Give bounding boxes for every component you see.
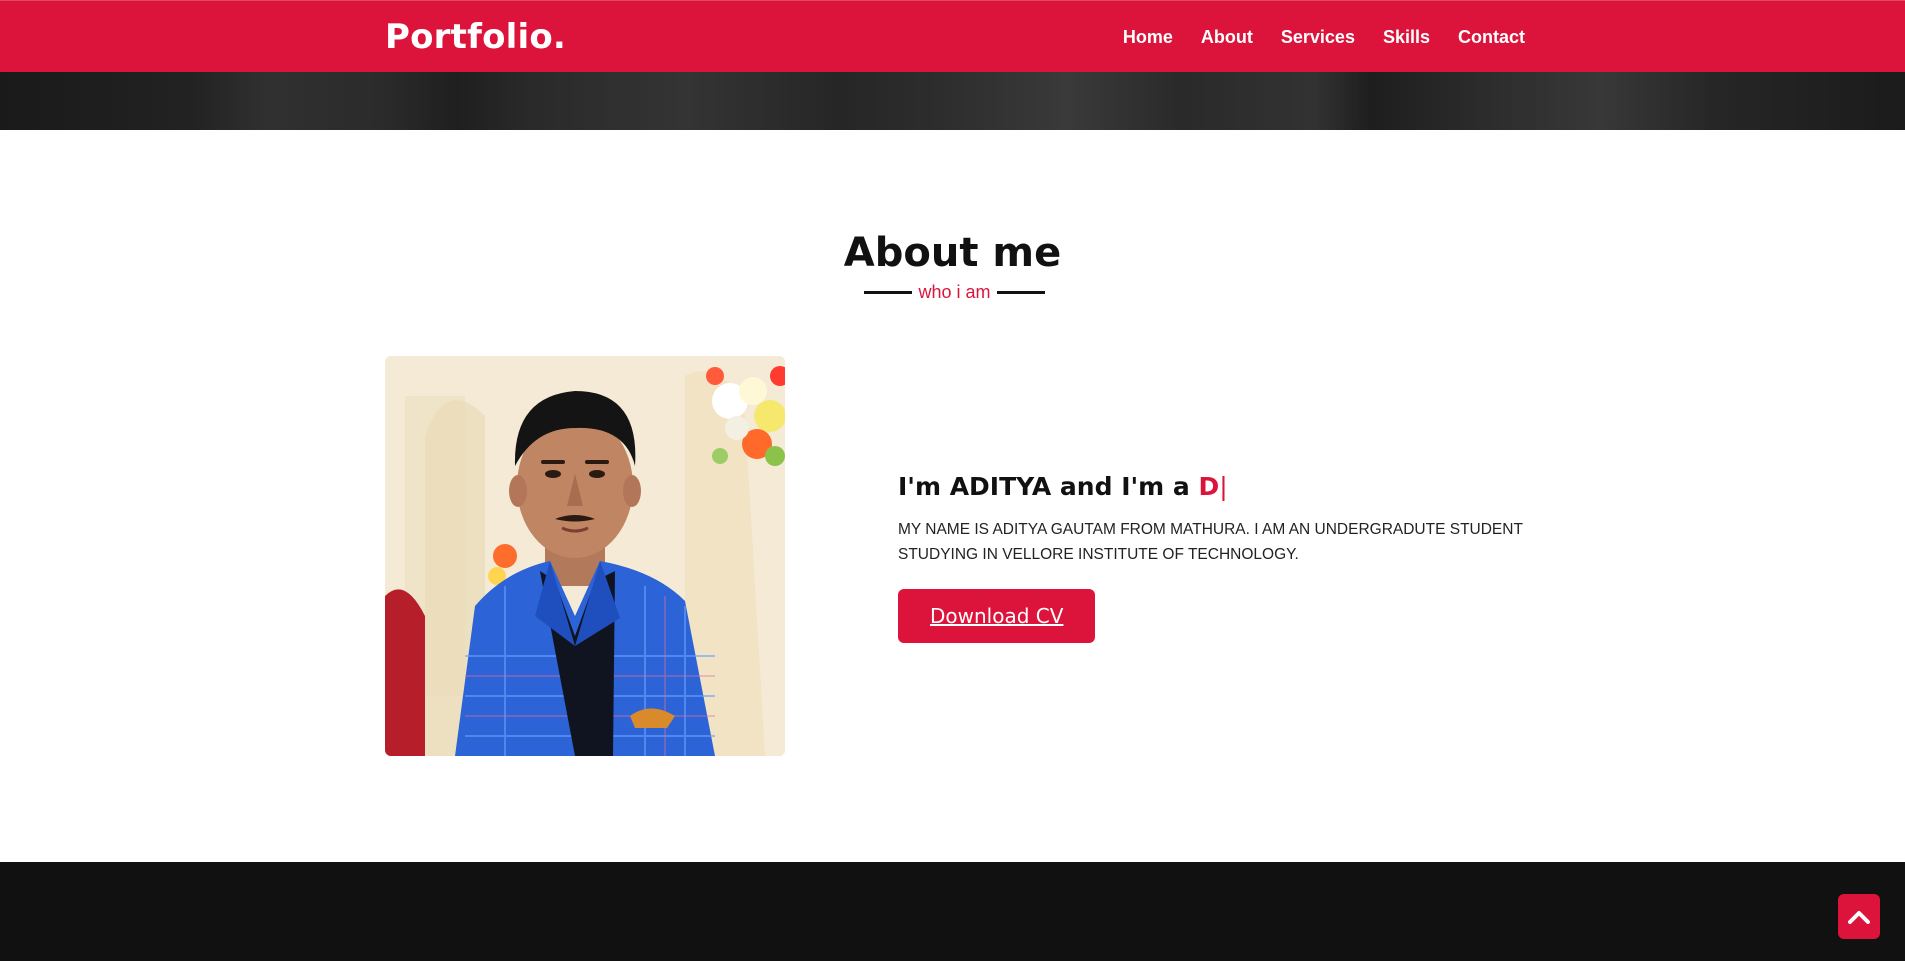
nav-menu: Home About Services Skills Contact (1123, 27, 1525, 48)
dark-section (0, 862, 1905, 961)
section-subtitle: who i am (864, 280, 1045, 304)
scroll-to-top-button[interactable] (1838, 894, 1880, 939)
subtitle-line-left (864, 290, 913, 294)
hero-background-strip (0, 72, 1905, 130)
typed-text: D (1198, 472, 1220, 501)
nav-item-about: About (1201, 27, 1253, 48)
nav-link-home[interactable]: Home (1123, 27, 1173, 47)
nav-item-skills: Skills (1383, 27, 1430, 48)
profile-photo (385, 356, 785, 756)
chevron-up-icon (1848, 910, 1870, 924)
headline-prefix: I'm ADITYA and I'm a (898, 472, 1199, 501)
nav-item-contact: Contact (1458, 27, 1525, 48)
nav-link-about[interactable]: About (1201, 27, 1253, 47)
profile-photo-illustration (385, 356, 785, 756)
intro-headline: I'm ADITYA and I'm a D| (898, 472, 1525, 501)
subtitle-text: who i am (918, 281, 991, 302)
download-cv-button[interactable]: Download CV (898, 589, 1096, 643)
intro-description: MY NAME IS ADITYA GAUTAM FROM MATHURA. I… (898, 521, 1523, 563)
nav-link-services[interactable]: Services (1281, 27, 1355, 47)
intro-block: I'm ADITYA and I'm a D| MY NAME IS ADITY… (898, 472, 1525, 643)
subtitle-line-right (996, 290, 1045, 294)
about-section: About me who i am I'm ADITYA and I'm a D… (0, 130, 1905, 862)
logo[interactable]: Portfolio. (385, 17, 566, 57)
nav-item-home: Home (1123, 27, 1173, 48)
navbar-inner: Portfolio. Home About Services Skills Co… (385, 1, 1525, 73)
nav-item-services: Services (1281, 27, 1355, 48)
typing-cursor: | (1219, 472, 1228, 501)
nav-link-contact[interactable]: Contact (1458, 27, 1525, 47)
navbar: Portfolio. Home About Services Skills Co… (0, 0, 1905, 72)
section-title: About me (843, 230, 1062, 276)
nav-link-skills[interactable]: Skills (1383, 27, 1430, 47)
